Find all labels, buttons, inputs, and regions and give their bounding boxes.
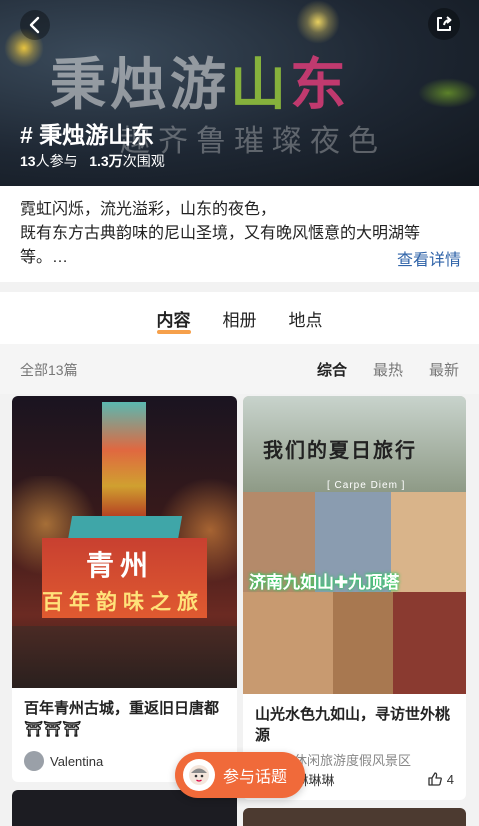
topic-title: # 秉烛游山东 <box>20 122 155 148</box>
like-button[interactable]: 4 <box>427 771 454 787</box>
view-details-link[interactable]: 查看详情 <box>390 246 461 270</box>
view-label: 次围观 <box>122 153 165 169</box>
sort-filter-bar: 全部13篇 综合 最热 最新 <box>0 344 479 394</box>
hero-art-title: 秉烛游山东 <box>50 52 350 118</box>
like-count: 4 <box>446 771 454 787</box>
sort-option-newest[interactable]: 最新 <box>429 359 459 380</box>
post-cover-image[interactable]: 青州 百年韵味之旅 <box>12 396 237 688</box>
join-topic-button[interactable]: 参与话题 <box>175 752 305 798</box>
photo-tile <box>333 592 393 694</box>
topic-hero-banner: 秉烛游山东 趣齐鲁璀璨夜色 # 秉烛游山东 13人参与 1.3万次围观 <box>0 0 479 186</box>
participant-label: 人参与 <box>35 153 78 169</box>
post-card[interactable]: 我们的夏日旅行 [ Carpe Diem ] 济南九如山✚九顶塔 山光水色九如山… <box>243 396 466 800</box>
post-title: 山光水色九如山，寻访世外桃源 <box>255 706 451 744</box>
image-caption-main: 我们的夏日旅行 <box>263 440 417 462</box>
chevron-left-icon <box>29 16 40 34</box>
topic-description: 霓虹闪烁，流光溢彩，山东的夜色， 既有东方古典韵味的尼山圣境，又有晚风惬意的大明… <box>0 186 479 282</box>
participant-count: 13 <box>20 153 36 169</box>
photo-tile <box>243 592 333 694</box>
firework-decoration <box>296 0 340 44</box>
view-count: 1.3万 <box>89 153 123 169</box>
ground-area <box>12 626 237 688</box>
mascot-icon <box>183 759 215 791</box>
author-name[interactable]: Valentina <box>50 754 103 769</box>
post-count: 全部13篇 <box>20 362 78 378</box>
post-card-partial[interactable] <box>243 808 466 826</box>
image-caption-sub: [ Carpe Diem ] <box>327 480 406 491</box>
topic-page: 秉烛游山东 趣齐鲁璀璨夜色 # 秉烛游山东 13人参与 1.3万次围观 霓虹闪烁… <box>0 0 479 826</box>
post-title: 百年青州古城，重返旧日唐都⛩⛩⛩ <box>24 700 220 738</box>
image-caption-label: 济南九如山✚九顶塔 <box>249 573 400 592</box>
post-card[interactable]: 青州 百年韵味之旅 百年青州古城，重返旧日唐都⛩⛩⛩ Valentina <box>12 396 237 782</box>
tower-roof <box>67 516 183 540</box>
tab-content[interactable]: 内容 <box>156 306 191 334</box>
sort-option-hottest[interactable]: 最热 <box>373 359 403 380</box>
content-tabs: 内容 相册 地点 <box>0 292 479 344</box>
image-caption-sub: 百年韵味之旅 <box>42 591 204 614</box>
tab-album[interactable]: 相册 <box>223 306 257 332</box>
avatar[interactable] <box>24 751 44 771</box>
topic-stats: 13人参与 1.3万次围观 <box>20 151 165 171</box>
share-icon <box>437 16 452 31</box>
back-button[interactable] <box>20 10 50 40</box>
sort-option-comprehensive[interactable]: 综合 <box>317 359 347 380</box>
thumbs-up-icon <box>428 772 442 786</box>
image-caption-main: 青州 <box>86 550 155 581</box>
post-cover-image[interactable]: 我们的夏日旅行 [ Carpe Diem ] 济南九如山✚九顶塔 <box>243 396 466 694</box>
tab-places[interactable]: 地点 <box>289 306 323 332</box>
tower-illustration <box>102 402 146 522</box>
photo-tile <box>391 492 466 592</box>
sort-options: 综合 最热 最新 <box>317 359 459 380</box>
share-button[interactable] <box>428 8 460 40</box>
photo-tile <box>393 592 466 694</box>
description-line: 霓虹闪烁，流光溢彩，山东的夜色， <box>20 201 277 218</box>
firework-decoration <box>418 78 478 108</box>
join-topic-label: 参与话题 <box>223 769 288 786</box>
